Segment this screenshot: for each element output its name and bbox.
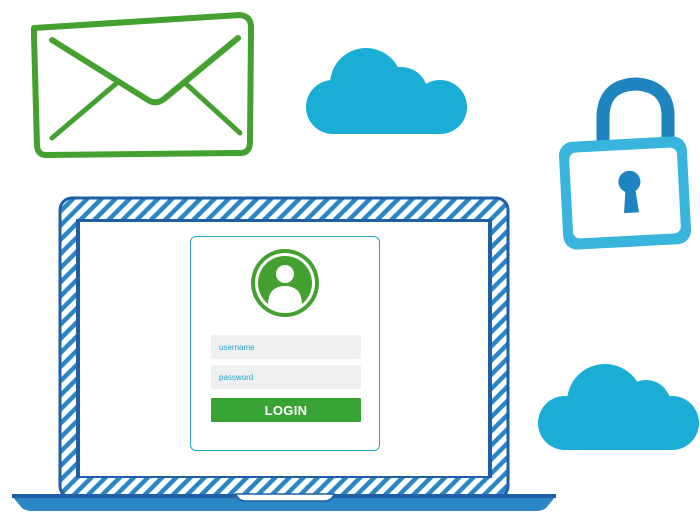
cloud-icon	[306, 48, 467, 134]
login-button[interactable]: LOGIN	[211, 398, 361, 422]
user-avatar-icon	[251, 249, 319, 317]
password-input[interactable]	[211, 365, 361, 389]
username-input[interactable]	[211, 335, 361, 359]
cloud-icon	[538, 364, 699, 450]
envelope-icon	[31, 12, 255, 158]
login-panel: LOGIN	[190, 236, 380, 451]
padlock-icon	[558, 77, 692, 250]
